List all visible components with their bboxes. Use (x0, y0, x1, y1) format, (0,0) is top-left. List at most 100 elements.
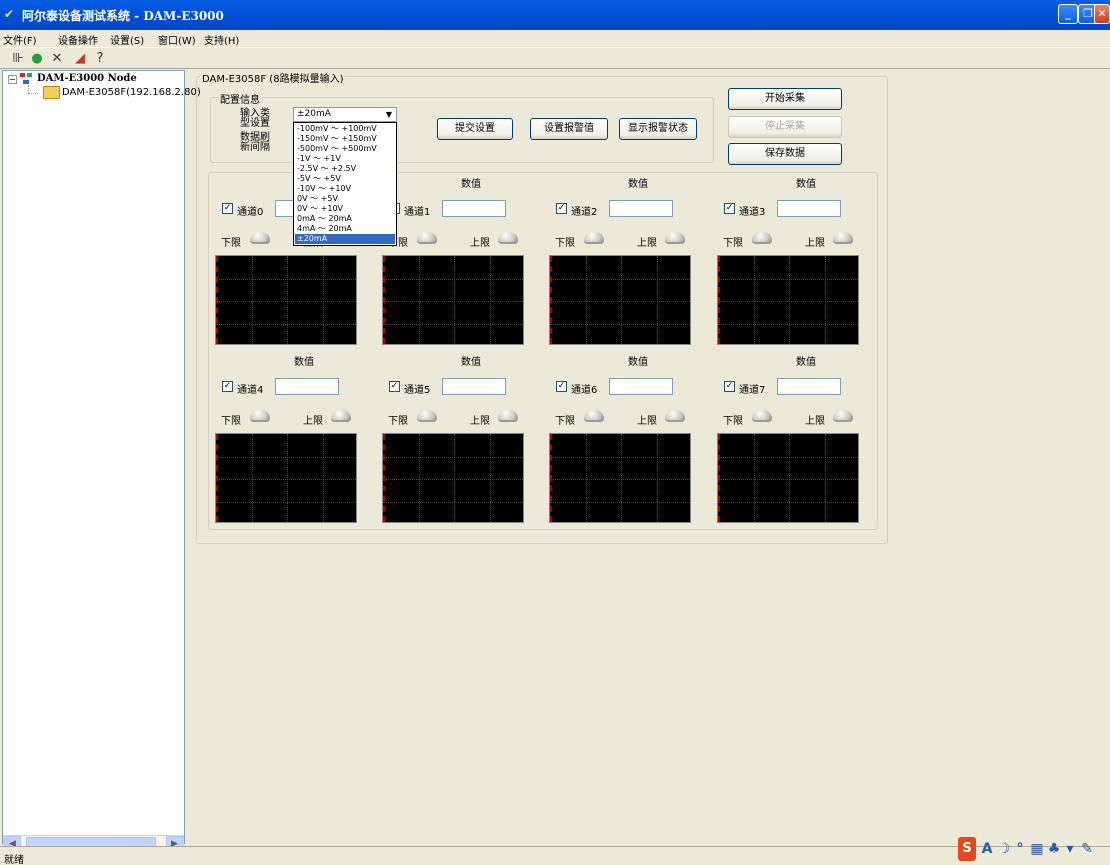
search-device-icon[interactable]: ● (29, 51, 45, 67)
input-type-option[interactable]: 0V ～ +10V (295, 204, 395, 214)
channel-value-field[interactable] (609, 200, 673, 217)
grid-line (287, 434, 288, 522)
low-limit-label: 下限 (723, 416, 743, 427)
channel-checkbox[interactable]: ✓ (724, 203, 735, 214)
channel-value-field[interactable] (442, 200, 506, 217)
folder-icon (43, 86, 60, 99)
show-alarm-status-button[interactable]: 显示报警状态 (619, 118, 697, 140)
grid-line (322, 256, 324, 344)
ime-punct-icon[interactable]: ° (1013, 837, 1027, 861)
value-label: 数值 (294, 357, 314, 368)
stop-acquisition-button: 停止采集 (728, 116, 842, 138)
help-icon[interactable]: ? (92, 51, 108, 67)
high-alarm-lamp-icon (665, 410, 685, 422)
channel-name-label: 通道6 (571, 385, 598, 396)
ime-shirt-icon[interactable]: ▾ (1063, 837, 1077, 861)
channel-value-field[interactable] (275, 378, 339, 395)
low-limit-label: 下限 (723, 238, 743, 249)
grid-line (418, 434, 420, 522)
ime-mode-icon[interactable]: A (980, 837, 994, 861)
menu-file[interactable]: 文件(F) (3, 32, 37, 47)
input-type-option[interactable]: -150mV ～ +150mV (295, 134, 395, 144)
grid-line (718, 301, 858, 302)
y-axis-ticks (216, 256, 219, 344)
input-type-option[interactable]: -100mV ～ +100mV (295, 124, 395, 134)
high-limit-label: 上限 (470, 416, 490, 427)
grid-line (550, 323, 690, 325)
channel-checkbox[interactable]: ✓ (389, 381, 400, 392)
grid-line (383, 301, 523, 302)
grid-line (753, 434, 755, 522)
channel-value-field[interactable] (777, 378, 841, 395)
ime-moon-icon[interactable]: ☽ (997, 837, 1011, 861)
submit-settings-button[interactable]: 提交设置 (437, 118, 513, 140)
y-axis-ticks (216, 434, 219, 522)
channel-waveform-display (215, 255, 357, 345)
input-type-dropdown-list[interactable]: -100mV ～ +100mV -150mV ～ +150mV -500mV ～ +… (293, 122, 397, 246)
grid-line (824, 256, 826, 344)
grid-line (383, 479, 523, 480)
grid-line (287, 256, 288, 344)
close-button[interactable]: ✕ (1094, 4, 1110, 24)
grid-line (216, 479, 356, 480)
input-type-option[interactable]: 0V ～ +5V (295, 194, 395, 204)
grid-line (383, 456, 523, 458)
high-limit-label: 上限 (637, 416, 657, 427)
channel-value-field[interactable] (777, 200, 841, 217)
minimize-button[interactable]: _ (1058, 4, 1078, 24)
connect-icon[interactable]: ⊪ (10, 51, 26, 67)
grid-line (216, 323, 356, 325)
grid-line (251, 434, 253, 522)
low-limit-label: 下限 (555, 238, 575, 249)
channel-checkbox[interactable]: ✓ (222, 203, 233, 214)
ime-user-icon[interactable]: ♣ (1047, 837, 1061, 861)
input-type-option[interactable]: -5V ～ +5V (295, 174, 395, 184)
grid-line (322, 434, 324, 522)
network-node-icon (20, 73, 32, 84)
chevron-down-icon[interactable]: ▼ (382, 108, 396, 121)
value-label: 数值 (796, 357, 816, 368)
input-type-option[interactable]: ±20mA (295, 234, 395, 244)
menu-support[interactable]: 支持(H) (204, 32, 239, 47)
refresh-label-2: 新间隔 (240, 142, 270, 153)
channel-checkbox[interactable]: ✓ (222, 381, 233, 392)
high-limit-label: 上限 (303, 416, 323, 427)
save-data-button[interactable]: 保存数据 (728, 143, 842, 165)
channel-value-field[interactable] (609, 378, 673, 395)
grid-line (789, 256, 790, 344)
menu-device-ops[interactable]: 设备操作 (58, 32, 98, 47)
channel-value-field[interactable] (442, 378, 506, 395)
input-type-option[interactable]: -10V ～ +10V (295, 184, 395, 194)
input-type-option[interactable]: 4mA ～ 20mA (295, 224, 395, 234)
high-alarm-lamp-icon (665, 232, 685, 244)
status-bar: 就绪 (0, 846, 1110, 865)
ime-logo-icon[interactable]: S (958, 837, 976, 861)
ime-tool-icon[interactable]: ✎ (1080, 837, 1094, 861)
input-type-option[interactable]: -2.5V ～ +2.5V (295, 164, 395, 174)
value-label: 数值 (628, 357, 648, 368)
value-label: 数值 (796, 179, 816, 190)
ime-keyboard-icon[interactable]: ▦ (1030, 837, 1044, 861)
start-acquisition-button[interactable]: 开始采集 (728, 88, 842, 110)
grid-line (753, 256, 755, 344)
tree-collapse-toggle[interactable]: − (8, 75, 17, 84)
tree-device-item[interactable]: DAM-E3058F(192.168.2.80) (62, 87, 201, 98)
input-type-option[interactable]: -1V ～ +1V (295, 154, 395, 164)
grid-line (383, 278, 523, 280)
high-limit-label: 上限 (637, 238, 657, 249)
high-alarm-lamp-icon (331, 410, 351, 422)
chart-icon[interactable]: ◢ (72, 51, 88, 67)
tree-root-label[interactable]: DAM-E3000 Node (37, 73, 137, 84)
channel-checkbox[interactable]: ✓ (724, 381, 735, 392)
input-type-option[interactable]: -500mV ～ +500mV (295, 144, 395, 154)
channel-checkbox[interactable]: ✓ (556, 381, 567, 392)
channel-checkbox[interactable]: ✓ (556, 203, 567, 214)
menu-window[interactable]: 窗口(W) (158, 32, 196, 47)
delete-icon[interactable]: ✕ (49, 51, 65, 67)
y-axis-ticks (718, 256, 721, 344)
set-alarm-button[interactable]: 设置报警值 (530, 118, 608, 140)
grid-line (824, 434, 826, 522)
input-type-select[interactable]: ±20mA ▼ (293, 107, 397, 122)
menu-settings[interactable]: 设置(S) (110, 32, 144, 47)
input-type-option[interactable]: 0mA ～ 20mA (295, 214, 395, 224)
